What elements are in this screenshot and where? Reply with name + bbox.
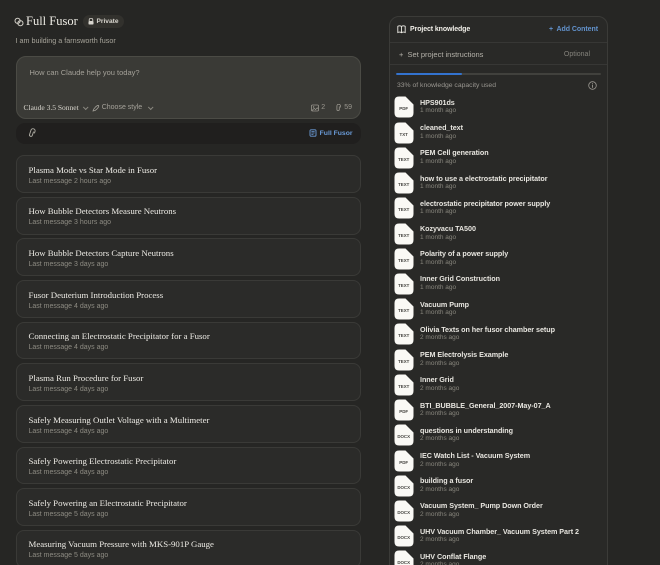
- svg-text:TEXT: TEXT: [398, 358, 410, 363]
- svg-text:PDF: PDF: [399, 106, 408, 111]
- svg-text:DOCX: DOCX: [397, 484, 410, 489]
- svg-text:TEXT: TEXT: [398, 333, 410, 338]
- svg-text:TEXT: TEXT: [398, 207, 410, 212]
- svg-text:PDF: PDF: [399, 409, 408, 414]
- svg-text:TXT: TXT: [400, 131, 409, 136]
- svg-text:DOCX: DOCX: [397, 560, 410, 565]
- svg-text:PDF: PDF: [399, 459, 408, 464]
- svg-text:DOCX: DOCX: [397, 535, 410, 540]
- svg-text:TEXT: TEXT: [398, 257, 410, 262]
- svg-text:TEXT: TEXT: [398, 384, 410, 389]
- svg-text:TEXT: TEXT: [398, 308, 410, 313]
- svg-text:TEXT: TEXT: [398, 283, 410, 288]
- svg-text:TEXT: TEXT: [398, 157, 410, 162]
- svg-text:DOCX: DOCX: [397, 510, 410, 515]
- svg-text:TEXT: TEXT: [398, 182, 410, 187]
- svg-text:TEXT: TEXT: [398, 232, 410, 237]
- svg-text:DOCX: DOCX: [397, 434, 410, 439]
